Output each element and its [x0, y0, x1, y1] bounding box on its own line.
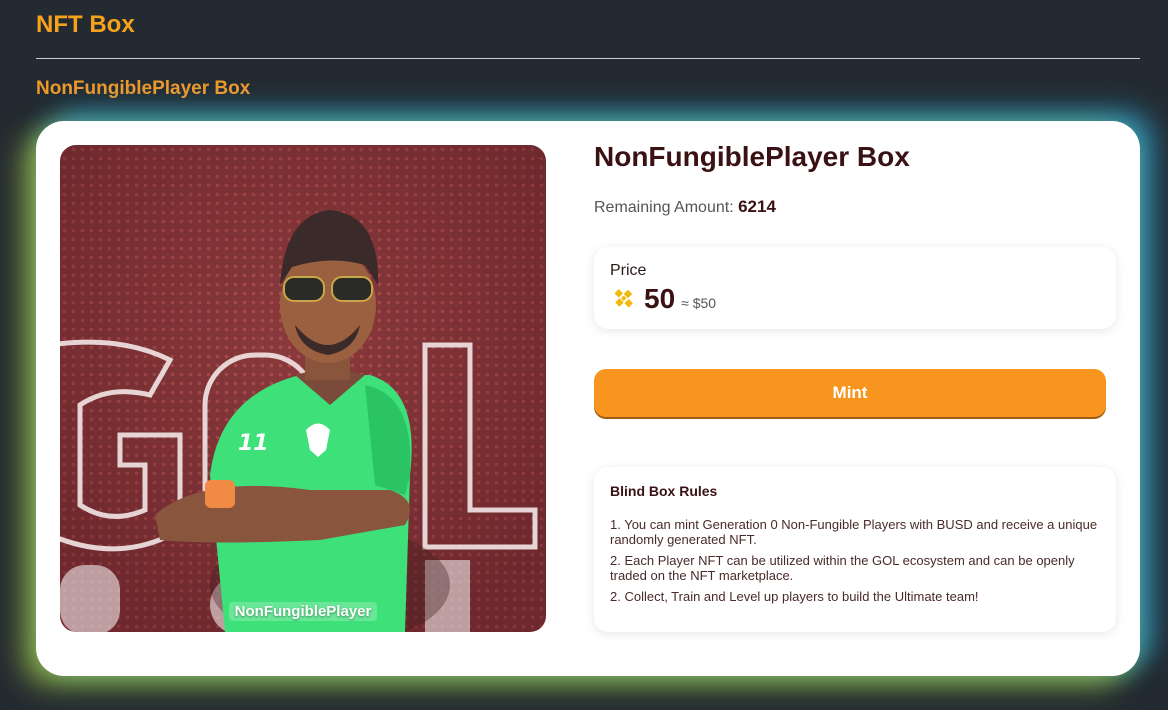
remaining-amount: Remaining Amount: 6214 — [594, 197, 776, 217]
rules-title: Blind Box Rules — [610, 483, 718, 499]
price-label: Price — [610, 262, 647, 279]
price-value: 50 — [644, 283, 676, 314]
price-usd: ≈ $50 — [681, 295, 717, 311]
price-row: 50 ≈ $50 — [610, 283, 716, 315]
section-title: NonFungiblePlayer Box — [36, 78, 251, 99]
image-caption: NonFungiblePlayer — [228, 602, 378, 621]
rule-item: 2. Collect, Train and Level up players t… — [610, 589, 979, 604]
svg-text:11: 11 — [238, 431, 269, 456]
page-title: NFT Box — [36, 11, 135, 38]
remaining-value: 6214 — [738, 197, 776, 216]
blind-box-rules: Blind Box Rules 1. You can mint Generati… — [594, 467, 1116, 632]
bnb-icon — [614, 289, 633, 308]
header-divider — [36, 58, 1140, 59]
product-title: NonFungiblePlayer Box — [594, 141, 910, 172]
mint-button[interactable]: Mint — [594, 369, 1106, 417]
remaining-label: Remaining Amount: — [594, 199, 734, 216]
price-box: Price 50 ≈ $50 — [594, 247, 1116, 329]
rule-item: 1. You can mint Generation 0 Non-Fungibl… — [610, 517, 1098, 547]
player-illustration: 11 — [60, 210, 538, 632]
nft-box-image: 11 NonFungiblePlayer — [60, 145, 546, 632]
rule-item: 2. Each Player NFT can be utilized withi… — [610, 553, 1075, 583]
nft-box-card: 11 NonFungiblePlayer NonFungiblePlayer B… — [36, 121, 1140, 676]
